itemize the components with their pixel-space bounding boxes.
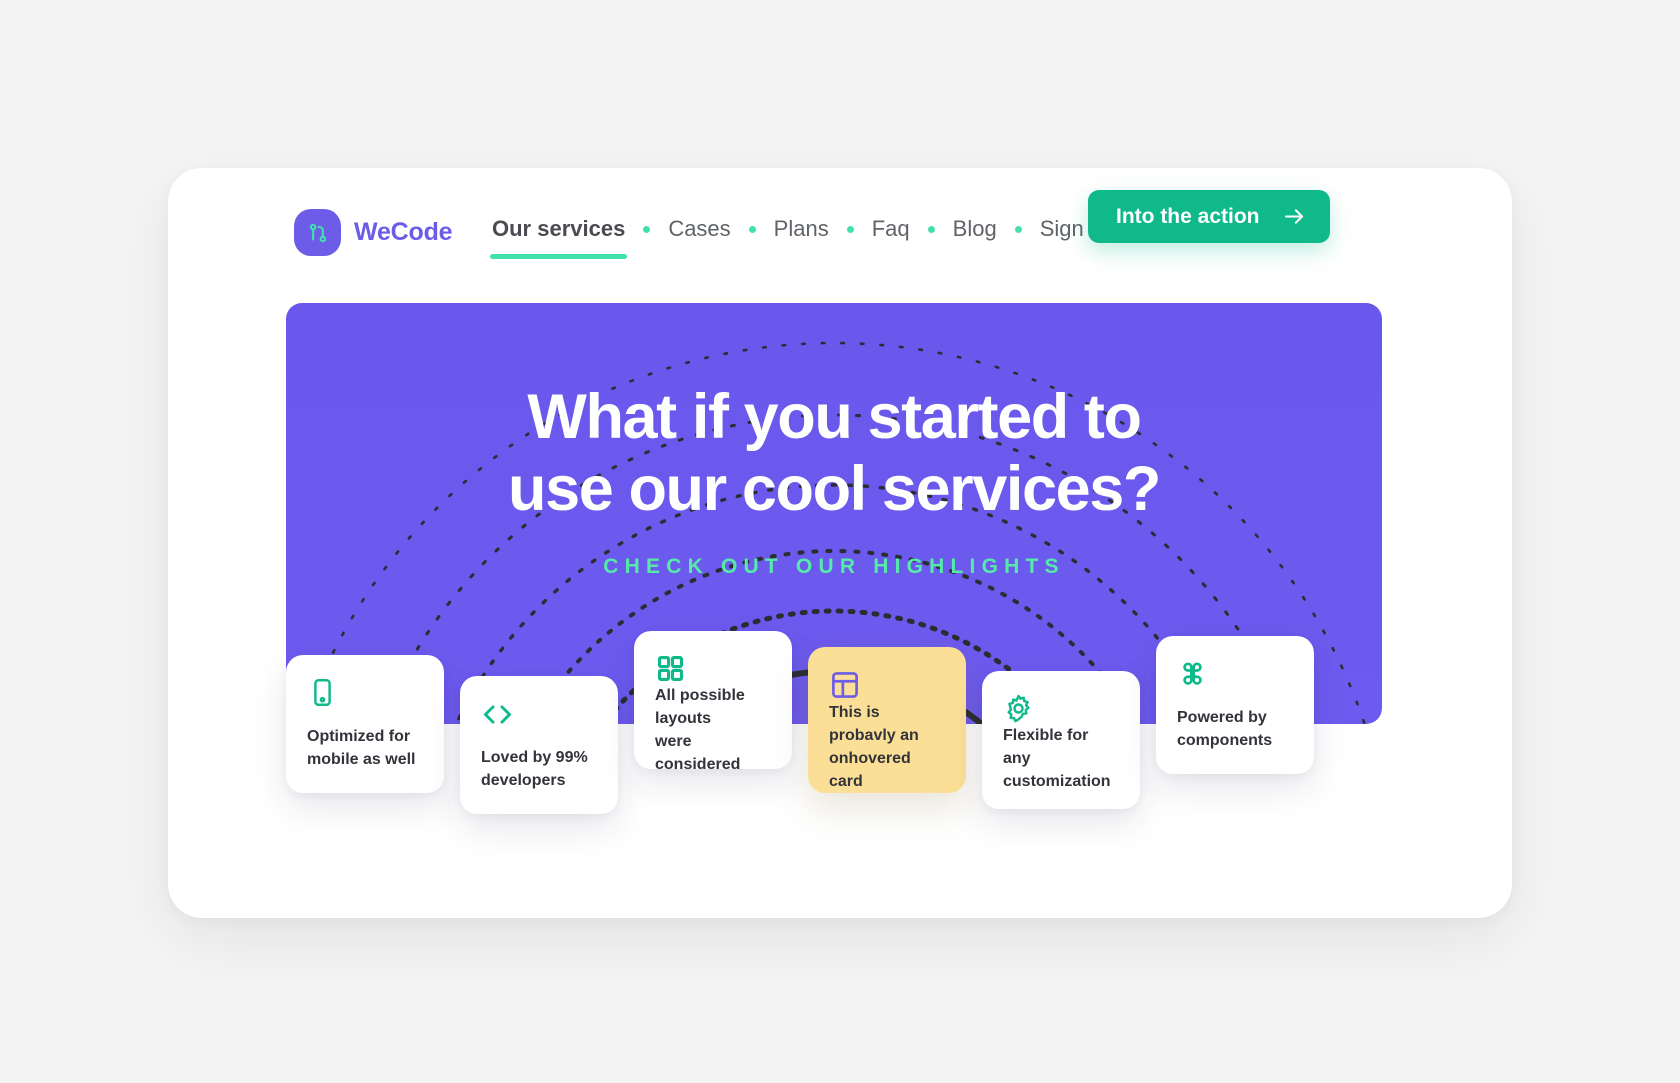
feature-card[interactable]: Flexible for any customization bbox=[982, 671, 1140, 809]
screen: WeCode Our services Cases Plans Faq Blog… bbox=[0, 0, 1680, 1083]
smartphone-icon bbox=[307, 677, 423, 711]
feature-card[interactable]: Powered by components bbox=[1156, 636, 1314, 774]
feature-card-line-1: This is probavly an bbox=[829, 704, 919, 744]
feature-card-text: This is probavly an onhovered card bbox=[829, 701, 945, 793]
command-icon bbox=[1177, 658, 1293, 692]
grid-squares-icon bbox=[655, 653, 771, 684]
feature-card-line-2: mobile as well bbox=[307, 751, 416, 768]
app-window: WeCode Our services Cases Plans Faq Blog… bbox=[168, 168, 1512, 918]
feature-card[interactable]: All possible layouts were considered bbox=[634, 631, 792, 773]
layout-dashboard-icon bbox=[829, 669, 945, 701]
gear-icon bbox=[1003, 693, 1119, 724]
feature-card-line-2: were considered bbox=[655, 733, 741, 773]
feature-card-line-2: components bbox=[1177, 732, 1273, 749]
feature-card-line-1: Powered by bbox=[1177, 709, 1267, 726]
feature-card-line-2: onhovered card bbox=[829, 750, 911, 790]
feature-card-text: Loved by 99% developers bbox=[481, 746, 597, 792]
feature-card-text: All possible layouts were considered bbox=[655, 684, 771, 776]
feature-card-line-1: Optimized for bbox=[307, 728, 411, 745]
feature-card-line-1: Flexible for any bbox=[1003, 727, 1089, 767]
feature-card-text: Powered by components bbox=[1177, 706, 1293, 752]
code-brackets-icon bbox=[481, 698, 597, 732]
feature-card-text: Optimized for mobile as well bbox=[307, 725, 423, 771]
feature-card[interactable]: Optimized for mobile as well bbox=[286, 655, 444, 793]
feature-card-line-2: customization bbox=[1003, 773, 1111, 790]
feature-card-line-1: Loved by 99% bbox=[481, 749, 588, 766]
feature-card-text: Flexible for any customization bbox=[1003, 724, 1119, 793]
feature-card-list: Optimized for mobile as well Loved by 99… bbox=[168, 168, 1512, 918]
feature-card-line-2: developers bbox=[481, 772, 566, 789]
feature-card[interactable]: Loved by 99% developers bbox=[460, 676, 618, 814]
feature-card-highlighted[interactable]: This is probavly an onhovered card bbox=[808, 647, 966, 793]
feature-card-line-1: All possible layouts bbox=[655, 687, 745, 727]
